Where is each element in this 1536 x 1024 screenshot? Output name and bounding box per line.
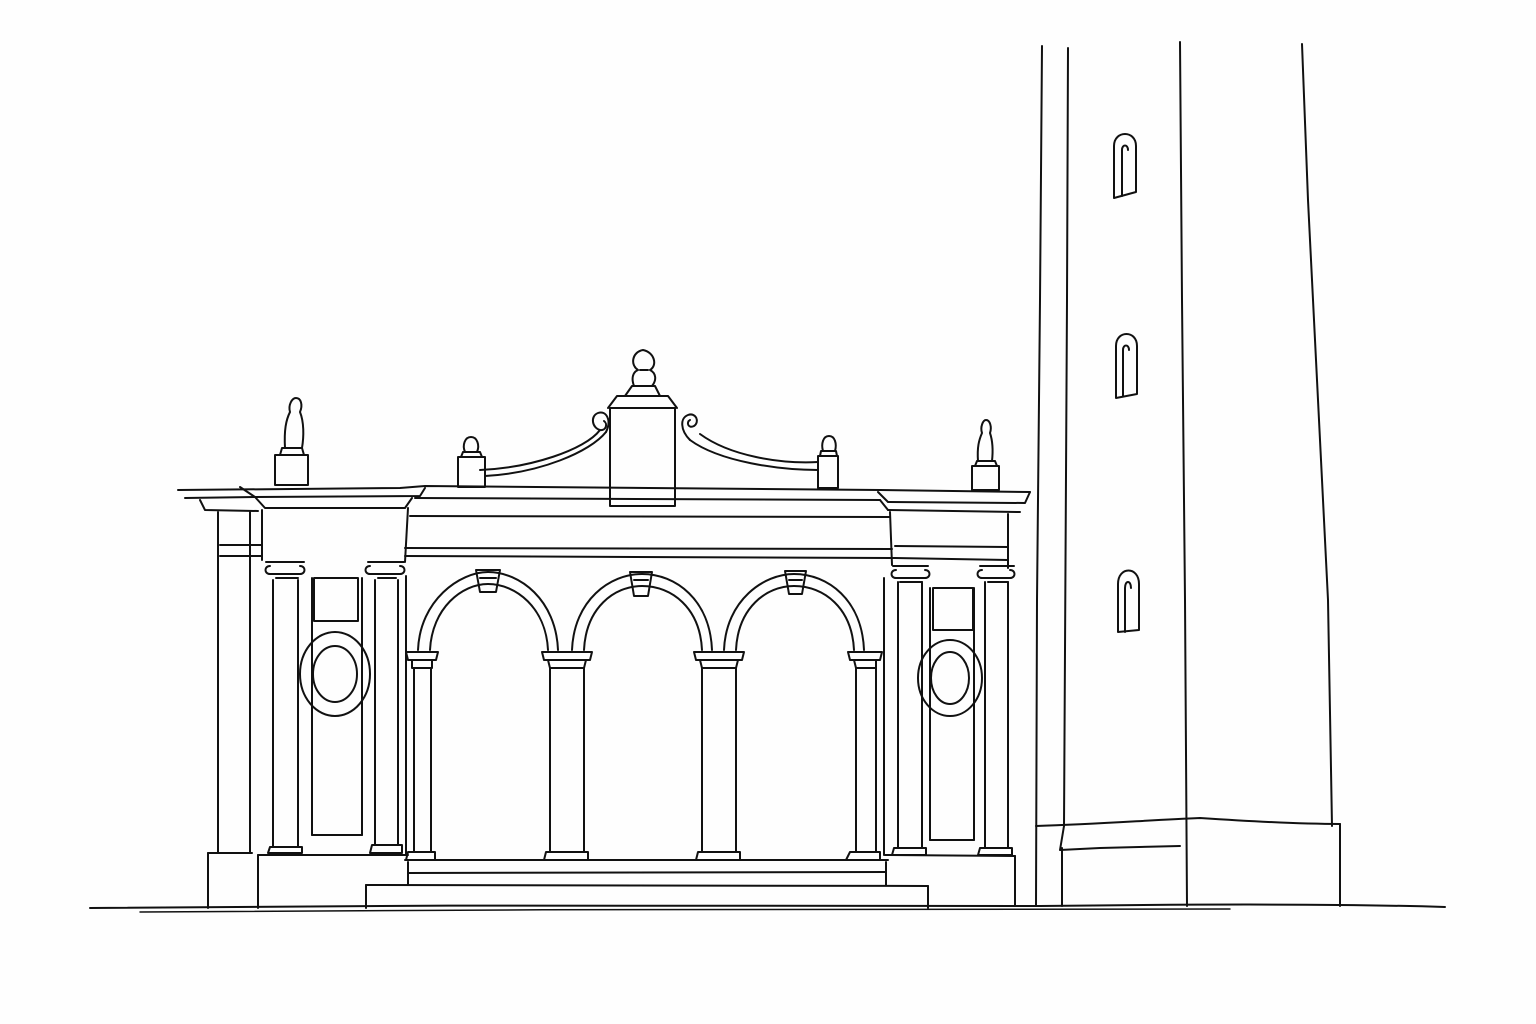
ground-line [89, 903, 1446, 913]
sketch-canvas [0, 0, 1536, 1024]
tower-window-middle [1115, 333, 1138, 399]
left-statue [274, 397, 309, 486]
right-bay [917, 587, 983, 841]
left-bay [299, 577, 371, 836]
architectural-sketch [89, 41, 1446, 913]
right-outer-column [976, 565, 1016, 856]
bell-tower [1035, 41, 1341, 907]
arcade-column-4 [845, 651, 883, 861]
right-inner-column [883, 565, 931, 856]
tower-window-top [1113, 133, 1137, 199]
scroll-volutes [479, 411, 819, 477]
arcade-column-1 [405, 651, 439, 861]
loggia-base [207, 852, 1016, 909]
left-inner-column [364, 561, 407, 856]
arch-right [723, 570, 865, 651]
left-finial [457, 436, 486, 488]
left-outer-column [264, 561, 306, 854]
cornice [177, 485, 1031, 853]
central-pedestal [607, 349, 678, 507]
right-finial [817, 435, 839, 489]
right-statue [971, 419, 1000, 491]
arcade-column-2 [541, 651, 593, 861]
loggia [177, 349, 1031, 909]
arch-left [417, 569, 559, 651]
tower-window-bottom [1117, 569, 1140, 633]
arch-center [571, 571, 713, 651]
arcade-column-3 [693, 651, 745, 861]
